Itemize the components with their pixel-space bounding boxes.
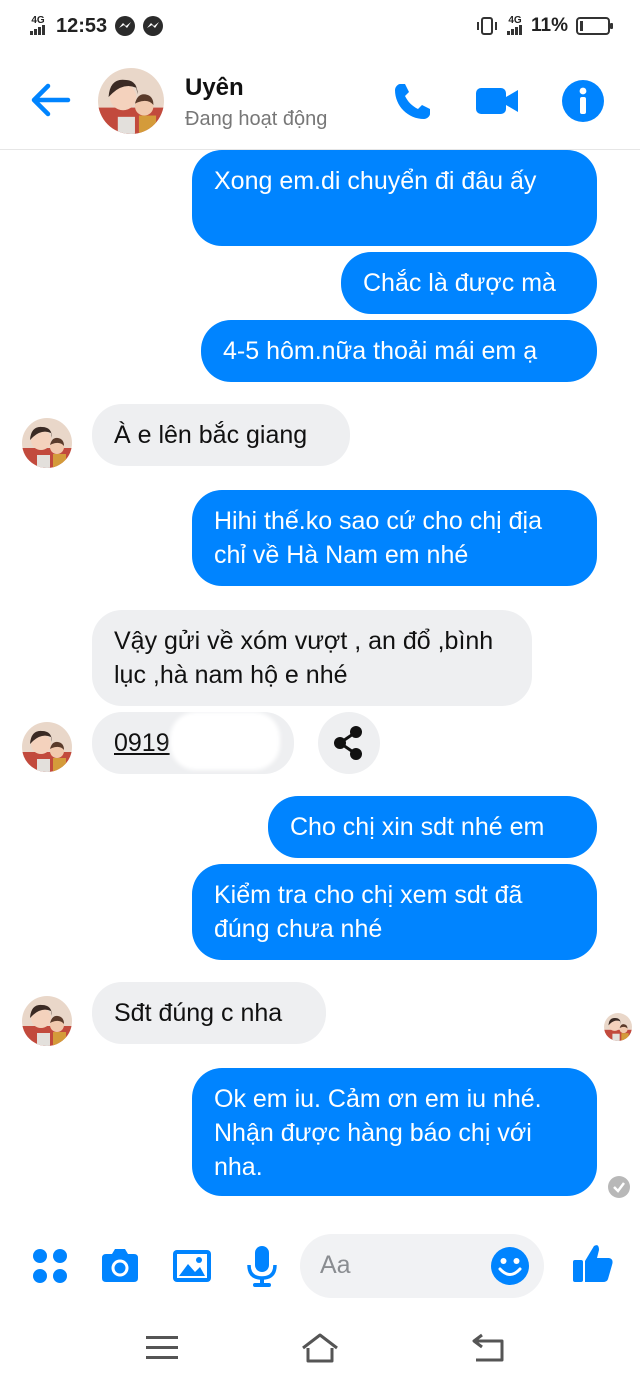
- message-text: Cho chị xin sdt nhé em: [290, 813, 545, 841]
- message-text: À e lên bắc giang: [114, 421, 308, 449]
- signal-icon-right: 4G: [507, 14, 523, 37]
- phone-icon[interactable]: [390, 78, 436, 124]
- seen-avatar: [604, 1013, 632, 1041]
- share-icon: [334, 726, 362, 760]
- contact-avatar-small[interactable]: [22, 722, 72, 772]
- message-bubble-outgoing[interactable]: Xong em.di chuyển đi đâu ấy: [192, 150, 597, 246]
- contact-name[interactable]: Uyên: [185, 74, 244, 102]
- message-text: Ok em iu. Cảm ơn em iu nhé. Nhận được hà…: [214, 1085, 542, 1181]
- message-bubble-outgoing[interactable]: Cho chị xin sdt nhé em: [268, 796, 597, 858]
- message-bubble-outgoing[interactable]: 4-5 hôm.nữa thoải mái em ạ: [201, 320, 597, 382]
- message-input-placeholder: Aa: [320, 1251, 351, 1279]
- delivered-check-icon: [608, 1176, 630, 1198]
- network-type-label: 4G: [31, 14, 45, 26]
- signal-icon: 4G: [30, 14, 46, 37]
- message-bubble-incoming[interactable]: Sđt đúng c nha: [92, 982, 326, 1044]
- message-bubble-outgoing[interactable]: Kiểm tra cho chị xem sdt đã đúng chưa nh…: [192, 864, 597, 960]
- battery-percent: 11%: [531, 15, 568, 36]
- arrow-left-icon[interactable]: [28, 80, 72, 120]
- smiley-icon[interactable]: [490, 1246, 530, 1286]
- status-bar: 4G 12:53 4G 11%: [0, 0, 640, 52]
- microphone-icon[interactable]: [240, 1244, 284, 1288]
- battery-icon: [576, 17, 613, 35]
- message-bubble-outgoing[interactable]: Chắc là được mà: [341, 252, 597, 314]
- message-text: Xong em.di chuyển đi đâu ấy: [214, 167, 537, 195]
- contact-avatar-small[interactable]: [22, 418, 72, 468]
- video-camera-icon[interactable]: [474, 78, 520, 124]
- message-bubble-outgoing[interactable]: Ok em iu. Cảm ơn em iu nhé. Nhận được hà…: [192, 1068, 597, 1196]
- message-text: Vậy gửi về xóm vượt , an đổ ,bình lục ,h…: [114, 627, 494, 689]
- thumbs-up-icon[interactable]: [570, 1240, 616, 1286]
- info-icon[interactable]: [560, 78, 606, 124]
- redaction-mark: [170, 712, 280, 770]
- contact-avatar[interactable]: [98, 68, 164, 134]
- contact-status: Đang hoạt động: [185, 108, 328, 130]
- message-text: 4-5 hôm.nữa thoải mái em ạ: [223, 337, 538, 365]
- message-bubble-outgoing[interactable]: Hihi thế.ko sao cứ cho chị địa chỉ về Hà…: [192, 490, 597, 586]
- clock-time: 12:53: [56, 14, 108, 37]
- vibrate-icon: [477, 17, 498, 35]
- phone-number-link[interactable]: 0919: [114, 729, 170, 757]
- contact-avatar-small[interactable]: [22, 996, 72, 1046]
- message-text: Hihi thế.ko sao cứ cho chị địa chỉ về Hà…: [214, 507, 543, 569]
- messenger-notification-icon: [115, 16, 136, 36]
- image-icon[interactable]: [170, 1244, 214, 1288]
- four-dots-icon[interactable]: [28, 1244, 72, 1288]
- home-icon[interactable]: [300, 1332, 340, 1364]
- message-bubble-incoming[interactable]: Vậy gửi về xóm vượt , an đổ ,bình lục ,h…: [92, 610, 532, 706]
- back-nav-icon[interactable]: [468, 1332, 508, 1364]
- share-button[interactable]: [318, 712, 380, 774]
- network-type-label-right: 4G: [508, 14, 522, 26]
- system-nav-bar: [0, 1308, 640, 1386]
- message-composer: Aa: [0, 1226, 640, 1308]
- camera-icon[interactable]: [98, 1244, 142, 1288]
- message-text: Kiểm tra cho chị xem sdt đã đúng chưa nh…: [214, 881, 523, 943]
- message-text: Chắc là được mà: [363, 269, 556, 297]
- message-bubble-incoming[interactable]: À e lên bắc giang: [92, 404, 350, 466]
- chat-header: Uyên Đang hoạt động: [0, 52, 640, 150]
- messenger-notification-icon-2: [143, 16, 164, 36]
- message-input[interactable]: Aa: [300, 1234, 544, 1298]
- menu-icon[interactable]: [142, 1332, 182, 1364]
- message-text: Sđt đúng c nha: [114, 999, 283, 1027]
